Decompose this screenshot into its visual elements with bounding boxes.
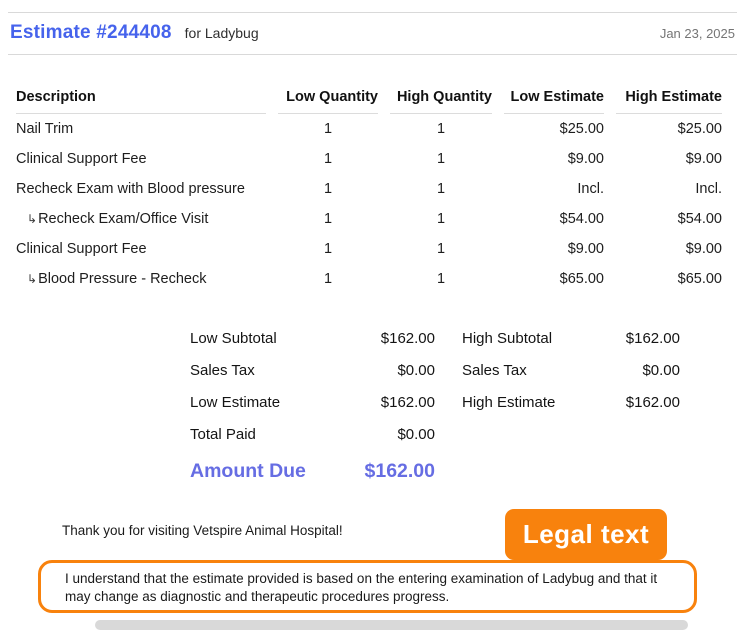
high-estimate-total-label: High Estimate: [462, 394, 572, 411]
header-divider: [8, 54, 737, 55]
table-row: Clinical Support Fee 1 1 $9.00 $9.00: [16, 234, 722, 264]
low-subtotal-value: $162.00: [350, 330, 435, 347]
item-low-quantity: 1: [278, 114, 378, 144]
column-header-high-quantity: High Quantity: [390, 77, 492, 114]
item-high-estimate: $9.00: [616, 144, 722, 174]
column-header-high-estimate: High Estimate: [616, 77, 722, 114]
legal-disclaimer-box: I understand that the estimate provided …: [38, 560, 697, 613]
item-high-quantity: 1: [390, 144, 492, 174]
item-high-quantity: 1: [390, 234, 492, 264]
item-low-estimate: $9.00: [504, 144, 604, 174]
low-sales-tax-value: $0.00: [350, 362, 435, 379]
table-header-row: Description Low Quantity High Quantity L…: [16, 77, 722, 114]
item-high-quantity: 1: [390, 174, 492, 204]
header-title-group: Estimate #244408 for Ladybug: [10, 22, 259, 44]
table-row-sub-item: ↳Blood Pressure - Recheck 1 1 $65.00 $65…: [16, 264, 722, 294]
thank-you-message: Thank you for visiting Vetspire Animal H…: [62, 523, 343, 538]
table-row: Clinical Support Fee 1 1 $9.00 $9.00: [16, 144, 722, 174]
high-subtotal-value: $162.00: [572, 330, 680, 347]
table-row: Recheck Exam with Blood pressure 1 1 Inc…: [16, 174, 722, 204]
high-estimate-total-value: $162.00: [572, 394, 680, 411]
item-high-quantity: 1: [390, 114, 492, 144]
item-description: Clinical Support Fee: [16, 144, 266, 174]
patient-name-label: for Ladybug: [185, 25, 259, 41]
sub-item-arrow-icon: ↳: [27, 212, 37, 226]
low-sales-tax-label: Sales Tax: [190, 362, 350, 379]
legal-disclaimer-text: I understand that the estimate provided …: [65, 570, 678, 606]
item-high-quantity: 1: [390, 264, 492, 294]
sub-item-description-text: Blood Pressure - Recheck: [38, 271, 206, 287]
item-low-estimate: $65.00: [504, 264, 604, 294]
column-header-description: Description: [16, 77, 266, 114]
item-description: Recheck Exam with Blood pressure: [16, 174, 266, 204]
item-high-quantity: 1: [390, 204, 492, 234]
item-low-estimate: $25.00: [504, 114, 604, 144]
item-low-quantity: 1: [278, 234, 378, 264]
low-estimate-total-label: Low Estimate: [190, 394, 350, 411]
total-paid-value: $0.00: [350, 426, 435, 443]
high-sales-tax-value: $0.00: [572, 362, 680, 379]
item-low-estimate: Incl.: [504, 174, 604, 204]
item-description: ↳Recheck Exam/Office Visit: [16, 204, 266, 234]
column-header-low-quantity: Low Quantity: [278, 77, 378, 114]
amount-due-label: Amount Due: [190, 460, 350, 483]
item-high-estimate: $25.00: [616, 114, 722, 144]
amount-due-value: $162.00: [350, 460, 435, 483]
estimate-document: Estimate #244408 for Ladybug Jan 23, 202…: [0, 12, 745, 624]
item-low-estimate: $54.00: [504, 204, 604, 234]
page-title: Estimate #244408: [10, 22, 172, 44]
legal-text-annotation-badge: Legal text: [505, 509, 667, 560]
item-low-quantity: 1: [278, 264, 378, 294]
low-estimate-total-value: $162.00: [350, 394, 435, 411]
high-subtotal-label: High Subtotal: [462, 330, 572, 347]
table-row: Nail Trim 1 1 $25.00 $25.00: [16, 114, 722, 144]
item-description: Nail Trim: [16, 114, 266, 144]
high-sales-tax-label: Sales Tax: [462, 362, 572, 379]
item-low-estimate: $9.00: [504, 234, 604, 264]
item-description: ↳Blood Pressure - Recheck: [16, 264, 266, 294]
item-description: Clinical Support Fee: [16, 234, 266, 264]
bottom-cutoff-bar: [95, 620, 688, 630]
sub-item-description-text: Recheck Exam/Office Visit: [38, 211, 208, 227]
table-row-sub-item: ↳Recheck Exam/Office Visit 1 1 $54.00 $5…: [16, 204, 722, 234]
item-high-estimate: $54.00: [616, 204, 722, 234]
line-items-table: Description Low Quantity High Quantity L…: [4, 77, 734, 294]
estimate-date: Jan 23, 2025: [660, 26, 735, 41]
sub-item-arrow-icon: ↳: [27, 272, 37, 286]
totals-section: Low Subtotal $162.00 High Subtotal $162.…: [190, 330, 745, 483]
low-subtotal-label: Low Subtotal: [190, 330, 350, 347]
total-paid-label: Total Paid: [190, 426, 350, 443]
item-low-quantity: 1: [278, 174, 378, 204]
item-low-quantity: 1: [278, 204, 378, 234]
item-low-quantity: 1: [278, 144, 378, 174]
item-high-estimate: Incl.: [616, 174, 722, 204]
column-header-low-estimate: Low Estimate: [504, 77, 604, 114]
item-high-estimate: $9.00: [616, 234, 722, 264]
item-high-estimate: $65.00: [616, 264, 722, 294]
document-header: Estimate #244408 for Ladybug Jan 23, 202…: [0, 13, 745, 54]
